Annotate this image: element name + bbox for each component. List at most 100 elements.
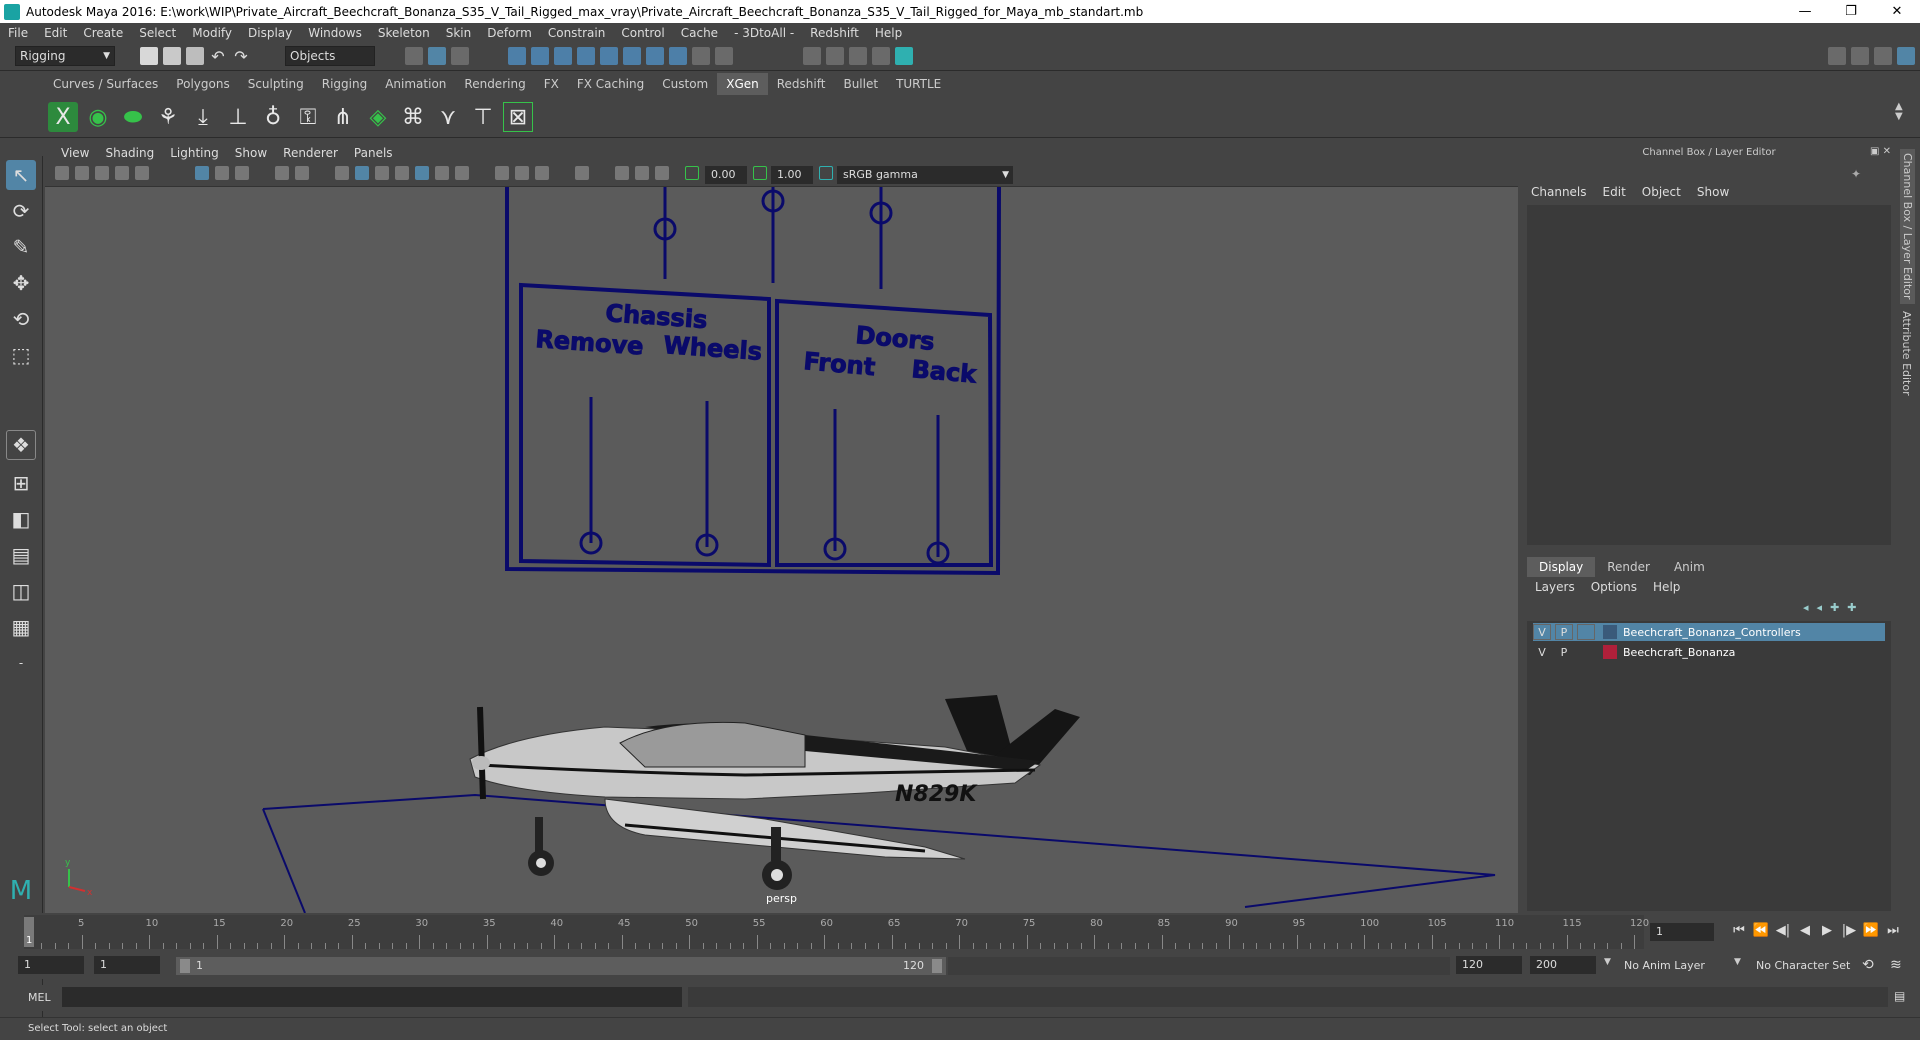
menu-edit[interactable]: Edit [36, 26, 75, 40]
select-tool-icon[interactable]: ↖ [6, 160, 36, 190]
vp-menu-view[interactable]: View [53, 146, 97, 160]
cb-menu-channels[interactable]: Channels [1523, 185, 1595, 199]
shadows-icon[interactable] [455, 166, 469, 180]
xgen-bend-icon[interactable]: ⌘ [398, 102, 428, 132]
step-back-key-icon[interactable]: ⏪ [1750, 923, 1772, 938]
xgen-cut-icon[interactable]: ⊤ [468, 102, 498, 132]
char-set-dropdown-arrow[interactable]: ▼ [1734, 957, 1741, 967]
snap-point-icon[interactable] [554, 47, 572, 65]
side-tab-attribute-editor[interactable]: Attribute Editor [1900, 311, 1913, 396]
character-set-dropdown[interactable]: No Character Set [1756, 959, 1850, 972]
vp-menu-show[interactable]: Show [227, 146, 275, 160]
shelf-tab-redshift[interactable]: Redshift [768, 73, 835, 95]
layer-row[interactable]: V P Beechcraft_Bonanza_Controllers [1533, 623, 1885, 641]
channel-box-toggle-icon[interactable] [1897, 47, 1915, 65]
layer-color-swatch[interactable] [1603, 625, 1617, 639]
range-start-handle[interactable] [180, 959, 190, 973]
layer-tab-render[interactable]: Render [1595, 557, 1662, 577]
image-plane-icon[interactable] [115, 166, 129, 180]
persp-graph-layout-icon[interactable]: ▤ [6, 540, 36, 570]
screen-space-ao-icon[interactable] [495, 166, 509, 180]
range-end-handle[interactable] [932, 959, 942, 973]
textured-icon[interactable] [415, 166, 429, 180]
layer-visibility-toggle[interactable]: V [1533, 624, 1551, 640]
save-scene-icon[interactable] [186, 47, 204, 65]
command-language-toggle[interactable]: MEL [28, 991, 51, 1004]
new-layer-icon[interactable]: ✚ [1830, 601, 1839, 614]
select-by-object-icon[interactable] [428, 47, 446, 65]
shelf-tab-turtle[interactable]: TURTLE [887, 73, 950, 95]
xgen-guide-density-icon[interactable]: ⋔ [328, 102, 358, 132]
menu-redshift[interactable]: Redshift [802, 26, 867, 40]
layer-playback-toggle[interactable]: P [1555, 624, 1573, 640]
wireframe-icon[interactable] [335, 166, 349, 180]
play-backward-icon[interactable]: ◀ [1794, 923, 1816, 938]
four-view-layout-icon[interactable]: ⊞ [6, 468, 36, 498]
lasso-tool-icon[interactable]: ⟳ [6, 196, 36, 226]
layer-color-swatch[interactable] [1603, 645, 1617, 659]
script-editor-icon[interactable]: ▤ [1894, 989, 1910, 1005]
hypershade-layout-icon[interactable]: ◫ [6, 576, 36, 606]
move-tool-icon[interactable]: ✥ [6, 268, 36, 298]
redo-icon[interactable]: ↷ [232, 47, 250, 66]
selection-mask-dropdown[interactable]: Objects [285, 46, 375, 66]
xgen-layer-icon[interactable]: ◈ [363, 102, 393, 132]
current-frame-field[interactable]: 1 [1650, 923, 1714, 941]
scale-tool-icon[interactable]: ⬚ [6, 340, 36, 370]
tool-settings-toggle-icon[interactable] [1874, 47, 1892, 65]
snap-live-icon[interactable] [600, 47, 618, 65]
color-space-dropdown[interactable]: sRGB gamma ▼ [837, 166, 1013, 184]
smooth-shade-icon[interactable] [355, 166, 369, 180]
anim-layer-dropdown-arrow[interactable]: ▼ [1604, 957, 1611, 967]
time-slider-track[interactable]: 1 5 10 15 20 25 30 35 40 45 50 55 60 65 70 75 80 85 90 95 1… [24, 915, 1649, 949]
menu-constrain[interactable]: Constrain [540, 26, 614, 40]
history-icon[interactable] [715, 47, 733, 65]
field-chart-icon[interactable] [275, 166, 289, 180]
menu-skeleton[interactable]: Skeleton [370, 26, 438, 40]
menu-deform[interactable]: Deform [479, 26, 540, 40]
shelf-tab-rendering[interactable]: Rendering [455, 73, 534, 95]
select-by-hierarchy-icon[interactable] [405, 47, 423, 65]
layer-tab-display[interactable]: Display [1527, 557, 1596, 577]
shelf-tab-fx-caching[interactable]: FX Caching [568, 73, 653, 95]
side-tab-channel-box[interactable]: Channel Box / Layer Editor [1900, 149, 1915, 304]
wireframe-on-shaded-icon[interactable] [395, 166, 409, 180]
modeling-toolkit-icon[interactable] [1828, 47, 1846, 65]
step-forward-frame-icon[interactable]: |▶ [1838, 923, 1860, 938]
default-material-icon[interactable] [375, 166, 389, 180]
shelf-tab-rigging[interactable]: Rigging [313, 73, 376, 95]
camera-select-icon[interactable] [55, 166, 69, 180]
go-to-end-icon[interactable]: ⏭ [1882, 923, 1904, 938]
backface-culling-icon[interactable] [655, 166, 669, 180]
paint-select-tool-icon[interactable]: ✎ [6, 232, 36, 262]
exposure-icon[interactable] [685, 166, 699, 180]
play-forward-icon[interactable]: ▶ [1816, 923, 1838, 938]
menu-help[interactable]: Help [867, 26, 910, 40]
new-layer-from-selection-icon[interactable]: ✚ [1847, 601, 1856, 614]
hypershade-icon[interactable] [895, 47, 913, 65]
snap-view-plane-icon[interactable] [577, 47, 595, 65]
command-input[interactable] [62, 987, 682, 1007]
vp-menu-panels[interactable]: Panels [346, 146, 401, 160]
xgen-lock-guide-icon[interactable]: ⚿ [293, 102, 323, 132]
exposure-field[interactable]: 0.00 [705, 166, 747, 184]
channel-box-options-icon[interactable]: ✦ [1851, 167, 1865, 181]
undo-icon[interactable]: ↶ [209, 47, 227, 66]
use-all-lights-icon[interactable] [435, 166, 449, 180]
shelf-tab-polygons[interactable]: Polygons [167, 73, 238, 95]
panel-float-close-icon[interactable]: ▣ ✕ [1870, 146, 1891, 157]
cb-menu-show[interactable]: Show [1689, 185, 1737, 199]
channel-box-area[interactable] [1527, 205, 1891, 545]
scene-canvas[interactable]: Chassis Remove Wheels Doors Front Back N… [45, 187, 1518, 913]
snap-vertex-icon[interactable] [646, 47, 664, 65]
gamma-field[interactable]: 1.00 [771, 166, 813, 184]
menu-create[interactable]: Create [75, 26, 131, 40]
snap-surface-icon[interactable] [623, 47, 641, 65]
auto-keyframe-icon[interactable]: ⟲ [1862, 957, 1878, 973]
menu-control[interactable]: Control [613, 26, 672, 40]
3d-viewport[interactable]: Chassis Remove Wheels Doors Front Back N… [45, 187, 1518, 913]
animation-start-field[interactable]: 1 [18, 956, 84, 974]
xray-joints-icon[interactable] [635, 166, 649, 180]
menu-windows[interactable]: Windows [300, 26, 370, 40]
layer-tab-anim[interactable]: Anim [1662, 557, 1717, 577]
